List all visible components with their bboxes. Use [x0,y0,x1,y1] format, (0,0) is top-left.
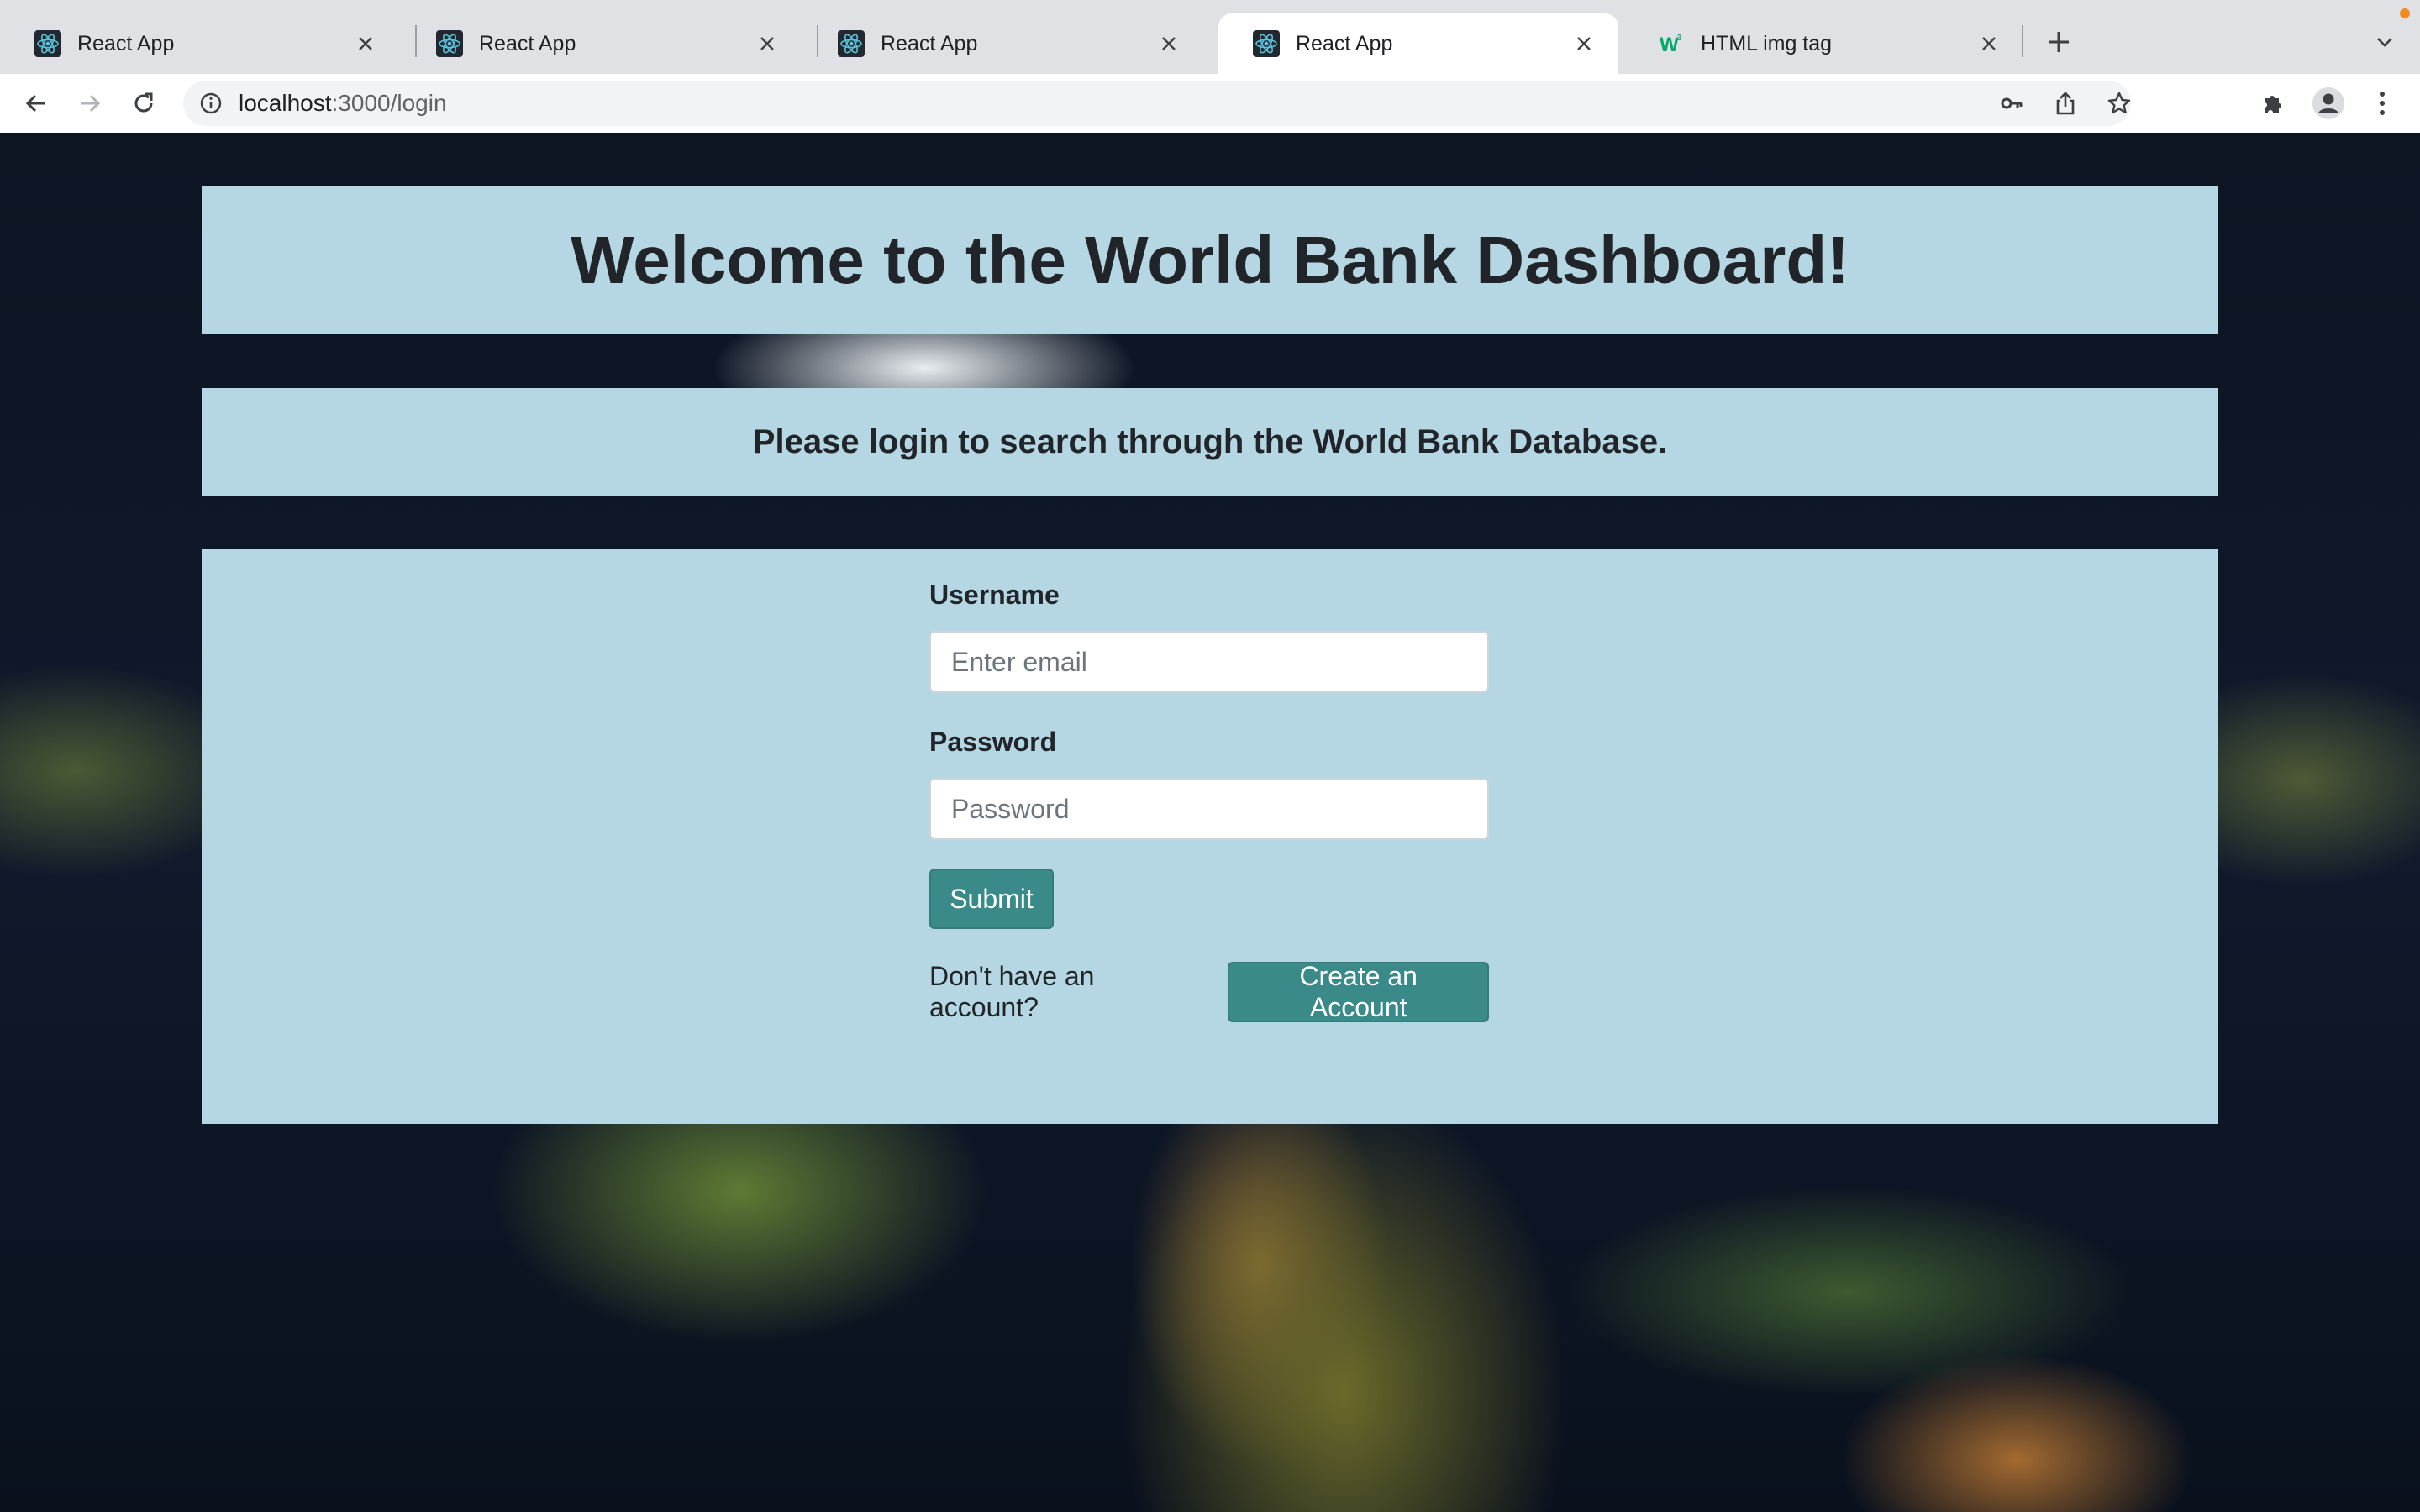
username-label: Username [929,580,1060,610]
url-host: localhost [239,90,332,116]
page-title: Welcome to the World Bank Dashboard! [571,223,1849,297]
avatar-icon [2312,87,2344,119]
share-icon[interactable] [2050,88,2081,118]
back-button[interactable] [17,84,55,123]
extensions-button[interactable] [2254,84,2292,123]
page-subtitle: Please login to search through the World… [752,423,1668,460]
page-viewport: Welcome to the World Bank Dashboard! Ple… [0,133,2420,1512]
browser-tab[interactable]: React App [0,13,400,74]
reload-icon [134,92,153,113]
browser-tab-active[interactable]: React App [1218,13,1618,74]
react-icon [837,29,865,58]
no-account-text: Don't have an account? [929,961,1095,1022]
url-text[interactable]: localhost:3000/login [239,90,447,117]
address-bar[interactable]: localhost:3000/login [183,81,2131,126]
react-icon [1252,29,1281,58]
star-icon[interactable] [2104,88,2134,118]
plus-icon [2049,32,2069,52]
password-group: Password [929,727,1489,840]
tab-title: React App [77,31,175,55]
close-icon[interactable] [1570,29,1598,58]
url-path: :3000/login [331,90,447,116]
tab-title: React App [881,31,978,55]
reload-button[interactable] [124,84,163,123]
browser-tab[interactable]: React App [803,13,1203,74]
react-icon [34,29,62,58]
login-panel: Username Password Submit Don't have an a… [202,549,2218,1124]
username-group: Username [929,580,1489,693]
chevron-down-icon [2377,38,2392,47]
browser-tab[interactable]: React App [402,13,802,74]
login-form: Username Password Submit Don't have an a… [929,580,1489,1023]
back-arrow-icon [25,94,45,113]
browser-toolbar: localhost:3000/login [0,74,2420,134]
tab-title: HTML img tag [1701,31,1833,55]
close-icon[interactable] [753,29,781,58]
tab-separator [2022,25,2023,57]
svg-text:W: W [1660,34,1679,56]
header-panel: Welcome to the World Bank Dashboard! [202,186,2218,334]
puzzle-icon [2265,96,2281,113]
update-indicator-dot [2400,8,2410,18]
close-icon[interactable] [1975,29,2003,58]
w3schools-icon: W3 [1657,29,1686,58]
browser-tab[interactable]: W3 HTML img tag [1623,13,2023,74]
forward-button[interactable] [71,84,109,123]
svg-text:3: 3 [1677,34,1682,43]
react-icon [435,29,464,58]
password-input[interactable] [929,778,1489,840]
close-icon[interactable] [351,29,380,58]
submit-button[interactable]: Submit [929,869,1054,929]
tab-title: React App [479,31,576,55]
key-icon[interactable] [1996,88,2027,118]
browser-menu-button[interactable] [2363,84,2402,123]
close-icon[interactable] [1155,29,1183,58]
password-label: Password [929,727,1057,757]
info-icon[interactable] [197,89,225,118]
tab-title: React App [1296,31,1393,55]
username-input[interactable] [929,631,1489,693]
tab-search-button[interactable] [2368,25,2402,59]
new-tab-button[interactable] [2040,24,2077,60]
browser-tab-strip: React App React App React App React App [0,0,2420,74]
create-account-button[interactable]: Create an Account [1228,961,1489,1022]
signup-row: Don't have an account? Create an Account [929,961,1489,1023]
kebab-menu-icon [2380,92,2385,115]
forward-arrow-icon [81,94,101,113]
subtitle-panel: Please login to search through the World… [202,388,2218,496]
profile-button[interactable] [2309,84,2348,123]
